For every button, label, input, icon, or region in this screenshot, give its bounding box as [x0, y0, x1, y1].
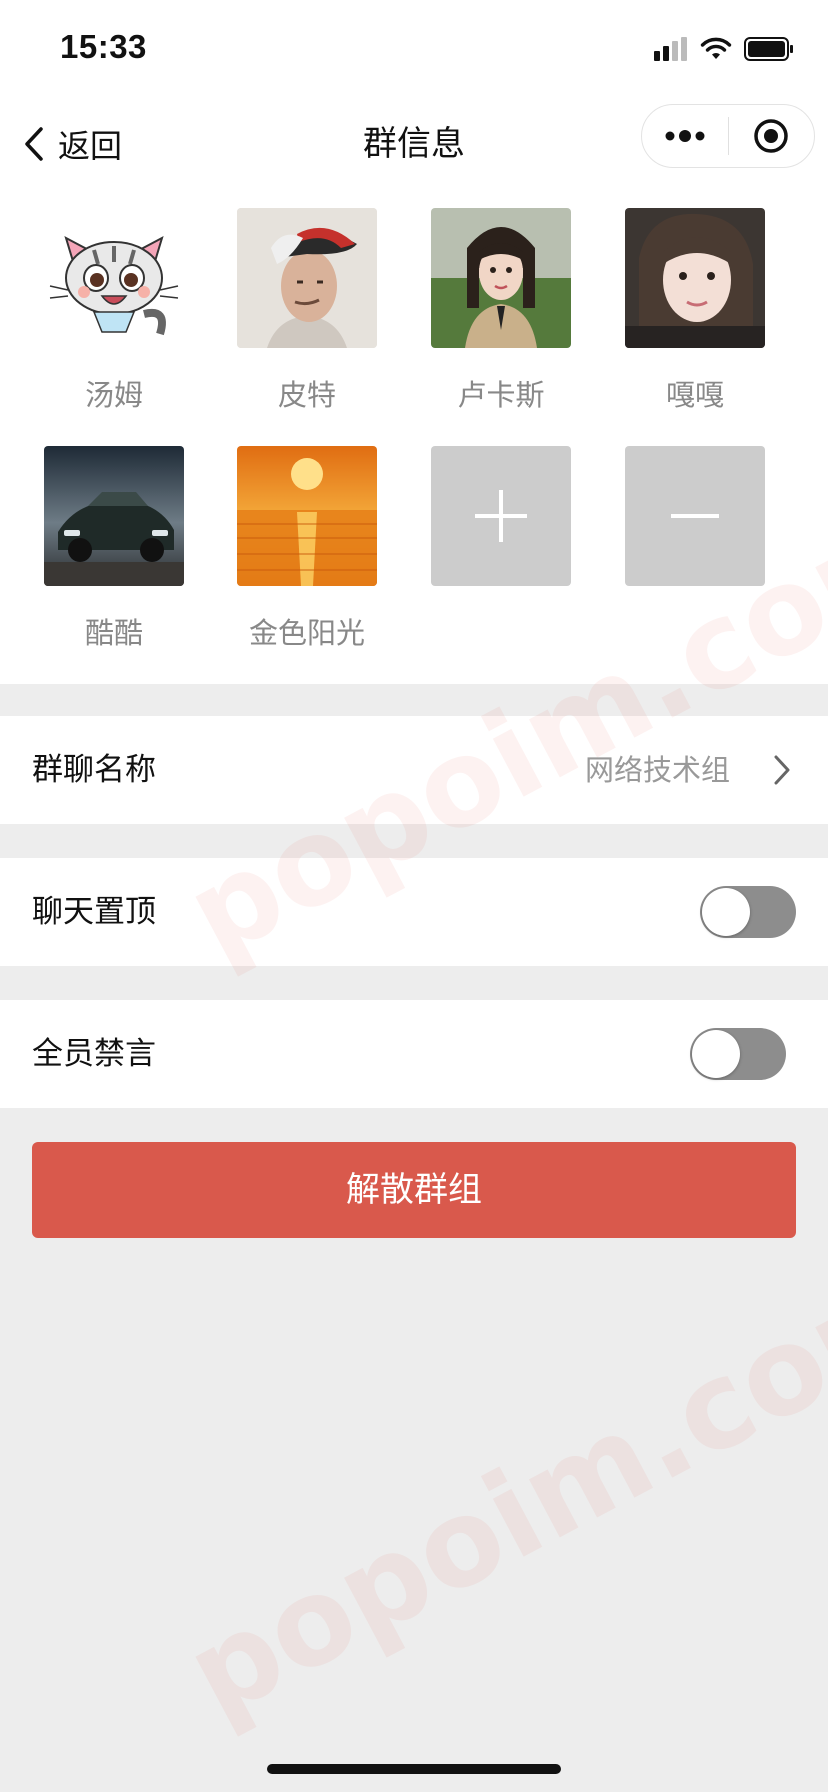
cellular-signal-icon: [654, 37, 687, 61]
nav-bar: 返回 群信息: [0, 100, 828, 188]
member-name: 卢卡斯: [457, 378, 545, 412]
member-grid: 汤姆 皮特 卢卡斯 嘎嘎 酷酷 金色阳光: [0, 188, 828, 684]
member-name: 嘎嘎: [665, 378, 724, 412]
pin-chat-label: 聊天置顶: [32, 894, 156, 930]
member-name: 汤姆: [84, 378, 143, 412]
more-button[interactable]: [642, 105, 728, 167]
watermark: popoim.com: [165, 1233, 828, 1746]
plus-icon: [475, 490, 527, 542]
group-name-row[interactable]: 群聊名称 网络技术组: [0, 716, 828, 824]
avatar: [431, 208, 571, 348]
add-member-button[interactable]: [431, 446, 571, 586]
chevron-right-icon: [774, 755, 790, 785]
remove-member-button[interactable]: [625, 446, 765, 586]
group-name-value: 网络技术组: [584, 753, 730, 787]
member-item[interactable]: 金色阳光: [237, 446, 377, 652]
member-item[interactable]: 卢卡斯: [431, 208, 571, 414]
member-item[interactable]: 皮特: [237, 208, 377, 414]
wifi-icon: [700, 37, 732, 59]
close-miniprogram-button[interactable]: [729, 105, 815, 167]
member-name: 金色阳光: [248, 616, 365, 650]
avatar: [237, 208, 377, 348]
mute-all-row: 全员禁言: [0, 1000, 828, 1108]
capsule-menu: [641, 104, 815, 168]
mute-all-label: 全员禁言: [32, 1036, 156, 1072]
cartoon-cat-avatar: [49, 235, 179, 336]
back-button[interactable]: 返回: [22, 114, 122, 174]
girl-portrait-avatar: [625, 208, 765, 348]
man-avatar: [237, 208, 377, 348]
home-indicator: [267, 1764, 561, 1774]
avatar: [44, 446, 184, 586]
dissolve-group-button[interactable]: 解散群组: [32, 1142, 796, 1238]
target-circle-icon: [754, 119, 788, 153]
pin-chat-toggle[interactable]: [700, 886, 796, 938]
member-name: 皮特: [277, 378, 336, 412]
member-item[interactable]: 酷酷: [44, 446, 184, 652]
sports-car-avatar: [44, 446, 184, 586]
more-dots-icon: [665, 130, 705, 142]
battery-icon: [744, 37, 793, 61]
member-name: 酷酷: [84, 616, 143, 650]
mute-all-toggle[interactable]: [690, 1028, 786, 1080]
girl-outdoor-avatar: [431, 208, 571, 348]
sunset-avatar: [237, 446, 377, 586]
member-item[interactable]: 汤姆: [44, 208, 184, 414]
pin-chat-row: 聊天置顶: [0, 858, 828, 966]
avatar: [237, 446, 377, 586]
status-time: 15:33: [60, 28, 147, 65]
back-label: 返回: [58, 127, 123, 165]
member-item[interactable]: 嘎嘎: [625, 208, 765, 414]
group-name-label: 群聊名称: [32, 752, 156, 788]
toggle-knob: [692, 1030, 740, 1078]
minus-icon: [671, 514, 719, 518]
avatar: [44, 208, 184, 348]
chevron-left-icon: [25, 127, 43, 161]
status-icons: [654, 34, 794, 64]
status-bar: 15:33: [0, 0, 828, 100]
toggle-knob: [702, 888, 750, 936]
avatar: [625, 208, 765, 348]
